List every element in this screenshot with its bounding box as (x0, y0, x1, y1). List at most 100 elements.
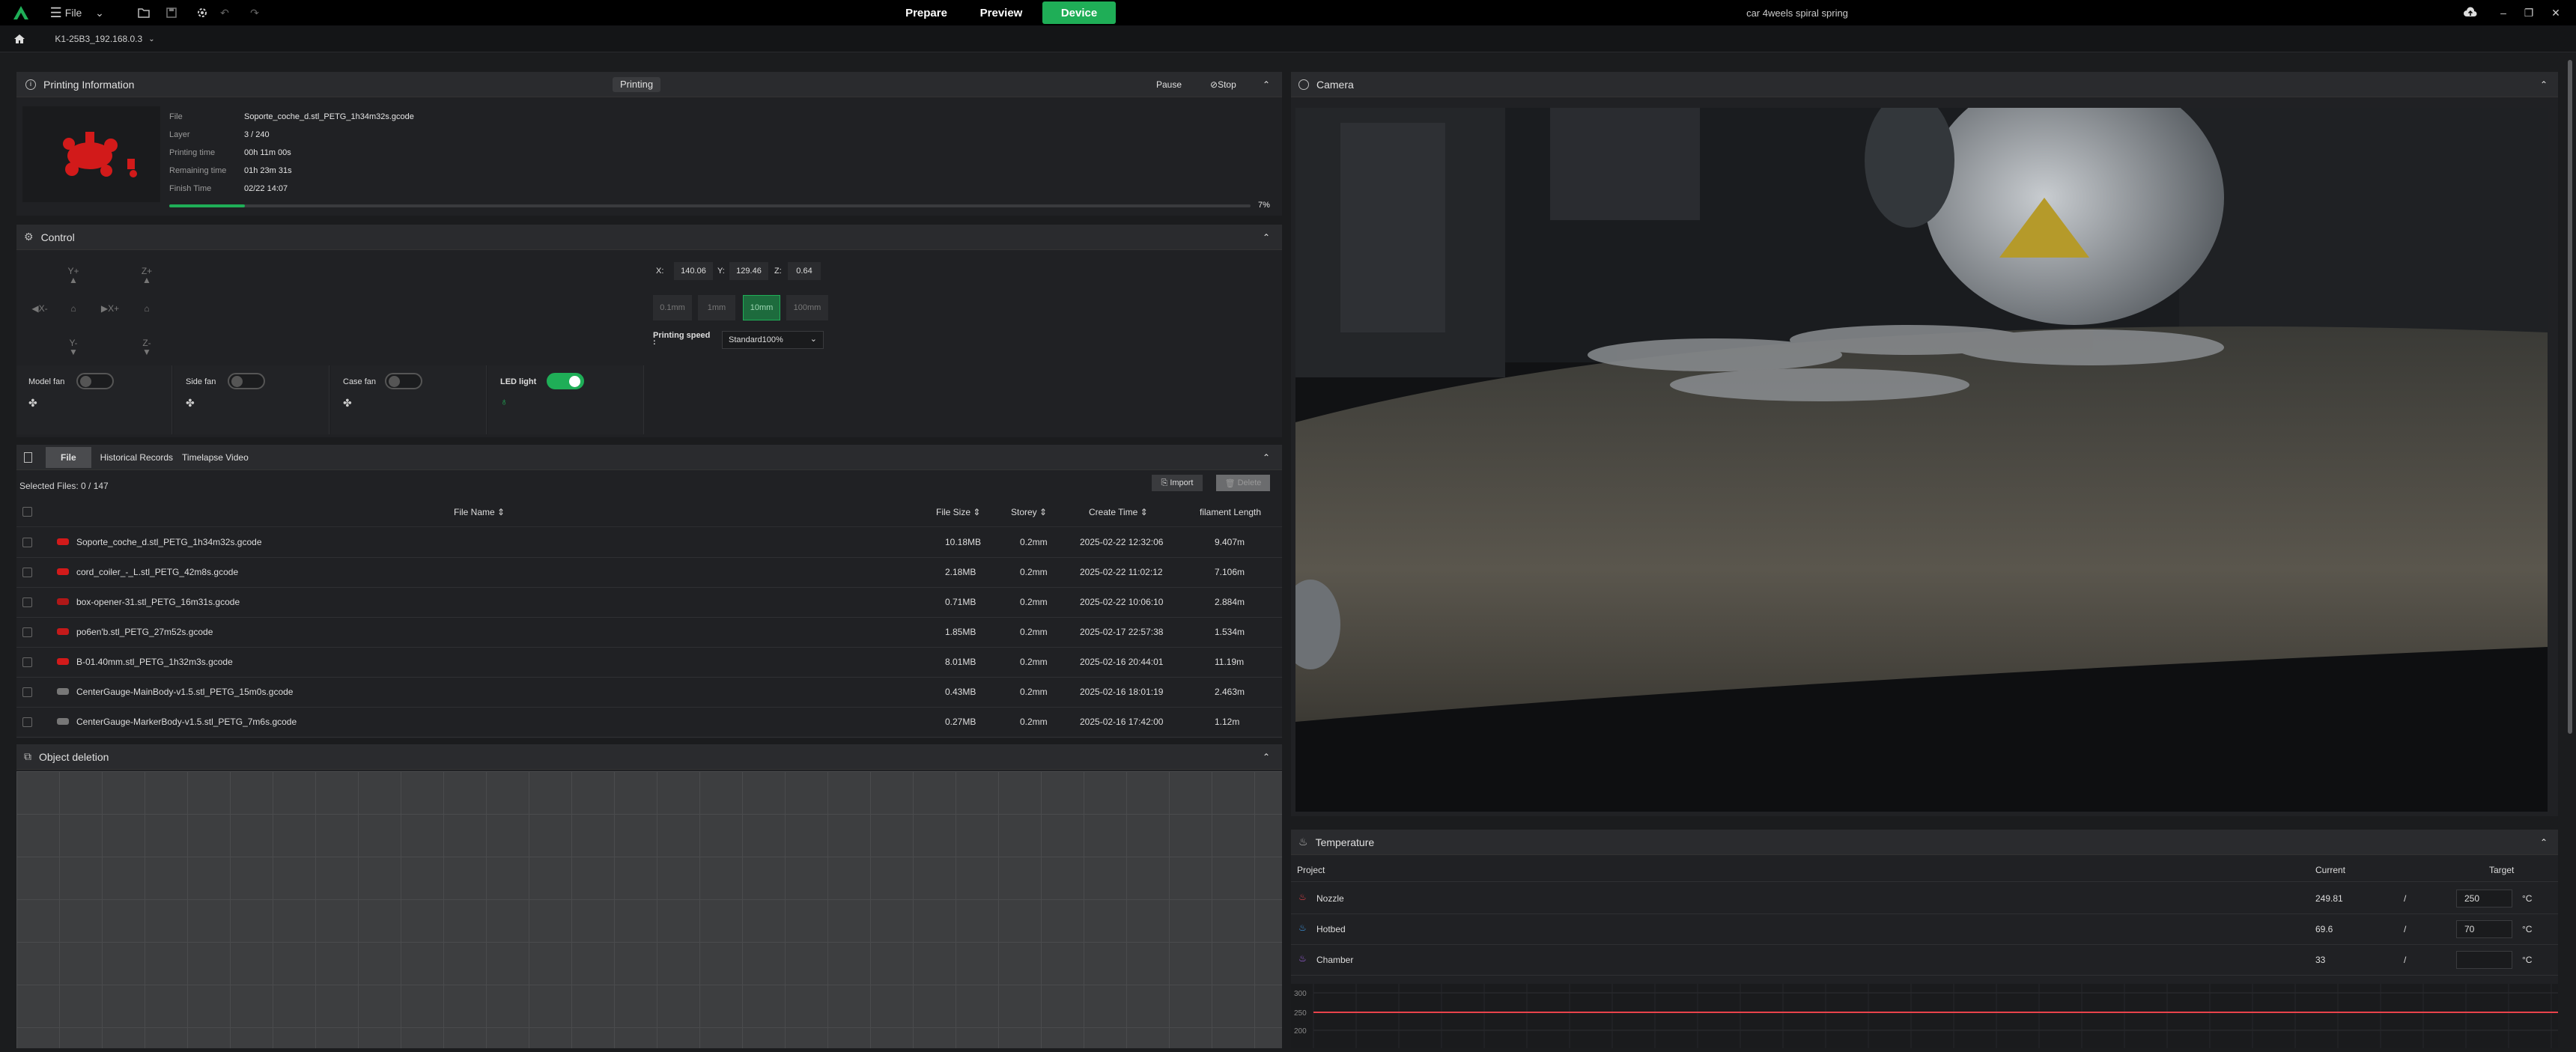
file-thumb-icon (57, 718, 69, 725)
row-checkbox[interactable] (22, 687, 32, 697)
restore-icon[interactable]: ❐ (2518, 0, 2540, 25)
temp-target-input[interactable]: 70 (2456, 920, 2512, 938)
temp-current: 249.81 (2315, 893, 2343, 904)
gear-icon[interactable] (193, 0, 211, 25)
sort-icon: ⇕ (1140, 507, 1148, 517)
temp-flame-icon: ♨ (1298, 892, 1307, 902)
collapse-icon[interactable]: ⌃ (1263, 79, 1270, 90)
speed-select[interactable]: Standard100% ⌄ (722, 331, 824, 349)
table-row[interactable]: po6en'b.stl_PETG_27m52s.gcode 1.85MB 0.2mm… (16, 617, 1282, 648)
column-storey[interactable]: Storey ⇕ (1011, 507, 1047, 517)
home-xy-button[interactable]: ⌂ (64, 300, 82, 317)
device-selector[interactable]: K1-25B3_192.168.0.3 ⌄ (52, 26, 157, 52)
scrollbar-thumb[interactable] (2568, 60, 2572, 734)
document-icon (24, 451, 32, 463)
printing-info-title: Printing Information (43, 78, 135, 91)
row-checkbox[interactable] (22, 627, 32, 637)
step-10mm-button[interactable]: 10mm (743, 295, 780, 320)
home-icon[interactable] (10, 26, 28, 52)
step-0-1mm-button[interactable]: 0.1mm (653, 295, 692, 320)
file-menu[interactable]: ☰ File (43, 0, 88, 25)
control-header: ⚙ Control ⌃ (16, 225, 1282, 250)
fan-label-case: Case fan (343, 377, 377, 386)
file-name-cell: po6en'b.stl_PETG_27m52s.gcode (76, 627, 213, 637)
x-plus-button[interactable]: ▶ X+ (97, 300, 123, 317)
row-checkbox[interactable] (22, 598, 32, 607)
hamburger-icon: ☰ (49, 4, 62, 20)
temp-flame-icon: ♨ (1298, 922, 1307, 933)
camera-icon (1298, 79, 1309, 90)
toggle-knob (389, 376, 400, 387)
save-icon[interactable] (162, 0, 180, 25)
column-create-time[interactable]: Create Time ⇕ (1089, 507, 1148, 517)
build-plate-grid[interactable] (16, 771, 1282, 1048)
row-checkbox[interactable] (22, 568, 32, 577)
temperature-row: ♨ Nozzle 249.81 / 250 °C (1291, 884, 2558, 914)
table-row[interactable]: Soporte_coche_d.stl_PETG_1h34m32s.gcode 1… (16, 527, 1282, 558)
case-fan-toggle[interactable] (385, 373, 422, 389)
device-bar: K1-25B3_192.168.0.3 ⌄ (0, 25, 2576, 52)
scrollbar[interactable] (2567, 52, 2573, 1048)
collapse-icon[interactable]: ⌃ (1263, 232, 1270, 243)
camera-header: Camera ⌃ (1291, 72, 2558, 97)
z-plus-button[interactable]: ▲ (138, 271, 156, 289)
y-minus-button[interactable]: ▼ (64, 343, 82, 361)
storey-cell: 0.2mm (1020, 537, 1048, 547)
progress-bar (169, 204, 1251, 207)
undo-icon[interactable]: ↶ (216, 0, 234, 25)
home-z-button[interactable]: ⌂ (138, 300, 156, 317)
temp-current: 69.6 (2315, 924, 2333, 934)
collapse-icon[interactable]: ⌃ (1263, 752, 1270, 762)
toggle-knob (80, 376, 91, 387)
column-file-name[interactable]: File Name ⇕ (454, 507, 505, 517)
files-header: File Historical Records Timelapse Video … (16, 445, 1282, 470)
row-checkbox[interactable] (22, 657, 32, 667)
tab-prepare[interactable]: Prepare (893, 1, 960, 24)
temp-target-input[interactable]: 250 (2456, 890, 2512, 907)
temperature-panel: ♨ Temperature ⌃ Project Current Target ♨… (1291, 830, 2558, 1048)
column-filament-length[interactable]: filament Length (1200, 507, 1261, 517)
tab-timelapse-video[interactable]: Timelapse Video (182, 452, 249, 463)
delete-button[interactable]: 🗑 Delete (1216, 475, 1270, 491)
side-fan-toggle[interactable] (228, 373, 265, 389)
step-100mm-button[interactable]: 100mm (786, 295, 828, 320)
model-fan-toggle[interactable] (76, 373, 114, 389)
collapse-icon[interactable]: ⌃ (1263, 452, 1270, 463)
z-minus-button[interactable]: ▼ (138, 343, 156, 361)
led-light-toggle[interactable] (547, 373, 584, 389)
chevron-down-icon[interactable]: ⌄ (88, 0, 111, 25)
chart-tick-label: 250 (1294, 1009, 1307, 1018)
storey-cell: 0.2mm (1020, 597, 1048, 607)
table-row[interactable]: cord_coiler_-_L.stl_PETG_42m8s.gcode 2.18… (16, 557, 1282, 588)
stop-button[interactable]: ⊘Stop (1210, 79, 1236, 90)
row-checkbox[interactable] (22, 717, 32, 727)
y-plus-button[interactable]: ▲ (64, 271, 82, 289)
open-folder-icon[interactable] (135, 0, 153, 25)
temperature-row: ♨ Chamber 33 / °C (1291, 945, 2558, 976)
column-file-size[interactable]: File Size ⇕ (936, 507, 980, 517)
label-layer: Layer (169, 130, 190, 139)
select-all-checkbox[interactable] (22, 507, 32, 517)
table-row[interactable]: CenterGauge-MainBody-v1.5.stl_PETG_15m0s… (16, 677, 1282, 708)
pause-button[interactable]: Pause (1156, 79, 1182, 90)
temp-target-input[interactable] (2456, 951, 2512, 969)
import-button[interactable]: ⎘ Import (1152, 475, 1203, 491)
table-row[interactable]: B-01.40mm.stl_PETG_1h32m3s.gcode 8.01MB 0.… (16, 647, 1282, 678)
collapse-icon[interactable]: ⌃ (2540, 79, 2548, 90)
table-row[interactable]: CenterGauge-MarkerBody-v1.5.stl_PETG_7m6… (16, 707, 1282, 738)
minimize-icon[interactable]: – (2492, 0, 2515, 25)
cloud-upload-icon[interactable] (2459, 0, 2482, 25)
fan-label-side: Side fan (186, 377, 216, 386)
step-1mm-button[interactable]: 1mm (698, 295, 735, 320)
tab-file[interactable]: File (46, 446, 91, 468)
row-checkbox[interactable] (22, 538, 32, 547)
tab-device[interactable]: Device (1042, 1, 1116, 24)
table-row[interactable]: box-opener-31.stl_PETG_16m31s.gcode 0.71M… (16, 587, 1282, 618)
x-minus-button[interactable]: ◀ X- (28, 300, 51, 317)
close-icon[interactable]: ✕ (2545, 0, 2567, 25)
speed-select-value: Standard100% (729, 335, 783, 344)
redo-icon[interactable]: ↷ (246, 0, 264, 25)
tab-preview[interactable]: Preview (967, 1, 1035, 24)
tab-historical-records[interactable]: Historical Records (100, 452, 173, 463)
collapse-icon[interactable]: ⌃ (2540, 837, 2548, 848)
